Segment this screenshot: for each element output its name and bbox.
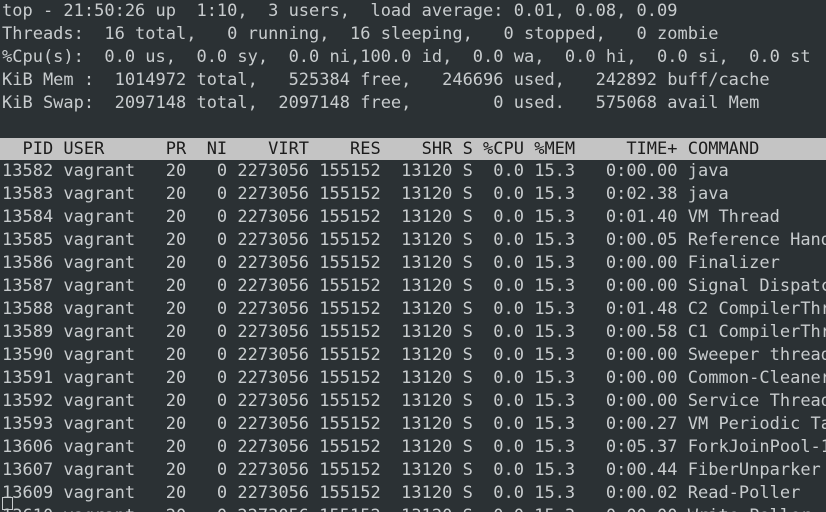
table-row[interactable]: 13586 vagrant 20 0 2273056 155152 13120 … (0, 252, 826, 275)
table-row[interactable]: 13583 vagrant 20 0 2273056 155152 13120 … (0, 183, 826, 206)
table-row[interactable]: 13589 vagrant 20 0 2273056 155152 13120 … (0, 321, 826, 344)
table-row[interactable]: 13610 vagrant 20 0 2273056 155152 13120 … (0, 505, 826, 512)
spacer-line (0, 115, 826, 138)
process-table-column-header[interactable]: PID USER PR NI VIRT RES SHR S %CPU %MEM … (0, 138, 826, 160)
table-row[interactable]: 13591 vagrant 20 0 2273056 155152 13120 … (0, 367, 826, 390)
table-row[interactable]: 13592 vagrant 20 0 2273056 155152 13120 … (0, 390, 826, 413)
table-row[interactable]: 13590 vagrant 20 0 2273056 155152 13120 … (0, 344, 826, 367)
top-summary-area: top - 21:50:26 up 1:10, 3 users, load av… (0, 0, 826, 115)
swap-line: KiB Swap: 2097148 total, 2097148 free, 0… (0, 92, 826, 115)
threads-line: Threads: 16 total, 0 running, 16 sleepin… (0, 23, 826, 46)
table-row[interactable]: 13606 vagrant 20 0 2273056 155152 13120 … (0, 436, 826, 459)
uptime-line: top - 21:50:26 up 1:10, 3 users, load av… (0, 0, 826, 23)
table-row[interactable]: 13587 vagrant 20 0 2273056 155152 13120 … (0, 275, 826, 298)
table-row[interactable]: 13593 vagrant 20 0 2273056 155152 13120 … (0, 413, 826, 436)
process-table-body: 13582 vagrant 20 0 2273056 155152 13120 … (0, 160, 826, 512)
table-row[interactable]: 13584 vagrant 20 0 2273056 155152 13120 … (0, 206, 826, 229)
table-row[interactable]: 13609 vagrant 20 0 2273056 155152 13120 … (0, 482, 826, 505)
table-row[interactable]: 13588 vagrant 20 0 2273056 155152 13120 … (0, 298, 826, 321)
table-row[interactable]: 13607 vagrant 20 0 2273056 155152 13120 … (0, 459, 826, 482)
terminal-cursor (2, 497, 13, 510)
cpu-line: %Cpu(s): 0.0 us, 0.0 sy, 0.0 ni,100.0 id… (0, 46, 826, 69)
memory-line: KiB Mem : 1014972 total, 525384 free, 24… (0, 69, 826, 92)
table-row[interactable]: 13582 vagrant 20 0 2273056 155152 13120 … (0, 160, 826, 183)
terminal-window[interactable]: top - 21:50:26 up 1:10, 3 users, load av… (0, 0, 826, 512)
table-row[interactable]: 13585 vagrant 20 0 2273056 155152 13120 … (0, 229, 826, 252)
